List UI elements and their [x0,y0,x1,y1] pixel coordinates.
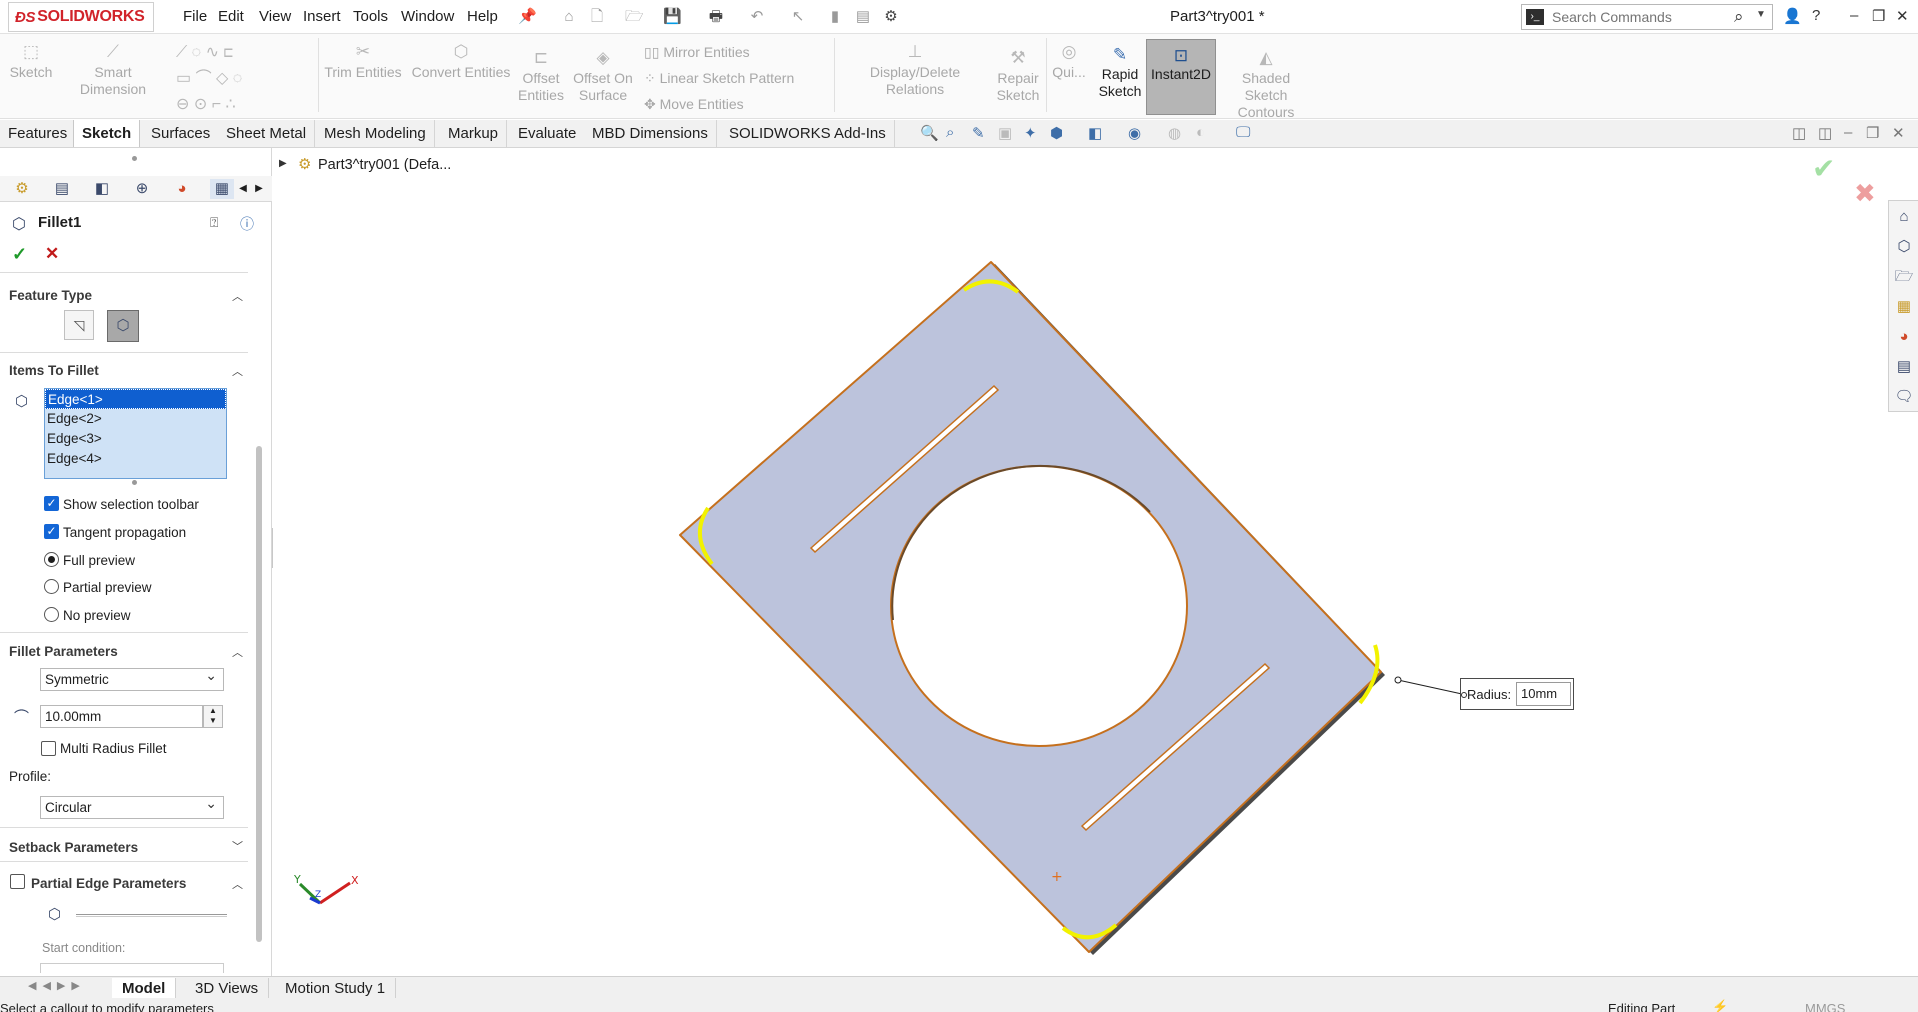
appearances-icon[interactable]: ◕ [1894,327,1914,347]
callout-anchor [1461,692,1467,698]
radius-callout-label: Radius: [1467,687,1512,702]
tab-3d-views[interactable]: 3D Views [185,978,270,999]
design-library-icon[interactable]: ⬡ [1894,237,1914,257]
leader-anchor [1394,676,1402,684]
model-view: + Y X Z [293,261,1463,955]
svg-text:X: X [351,874,359,887]
svg-text:Z: Z [315,890,321,900]
status-message: Select a callout to modify parameters [0,1001,214,1012]
radius-callout[interactable]: Radius: 10mm [1460,678,1574,710]
units-indicator[interactable]: MMGS [1805,1001,1845,1012]
forum-icon[interactable]: 🗨 [1894,387,1914,407]
status-bar: Select a callout to modify parameters Ed… [0,998,1918,1012]
tab-model[interactable]: Model [112,978,177,999]
tab-motion-study[interactable]: Motion Study 1 [275,978,397,999]
origin-icon: + [1051,869,1063,885]
custom-properties-icon[interactable]: ▤ [1894,357,1914,377]
bottom-tabs: ◀◀▶▶ Model 3D Views Motion Study 1 [0,976,1918,999]
task-pane: ⌂ ⬡ 🗁 ▦ ◕ ▤ 🗨 [1888,200,1918,412]
status-mode: Editing Part [1608,1001,1676,1012]
radius-callout-value[interactable]: 10mm [1516,682,1571,706]
rebuild-status-icon[interactable]: ⚡ [1712,999,1728,1012]
tab-scroll-arrows-icon[interactable]: ◀◀▶▶ [28,979,86,992]
svg-text:Y: Y [293,873,301,886]
triad-icon: Y X Z [293,873,359,905]
callout-leader [1397,679,1463,695]
file-explorer-icon[interactable]: 🗁 [1894,267,1914,287]
view-palette-icon[interactable]: ▦ [1894,297,1914,317]
home-icon[interactable]: ⌂ [1894,207,1914,227]
